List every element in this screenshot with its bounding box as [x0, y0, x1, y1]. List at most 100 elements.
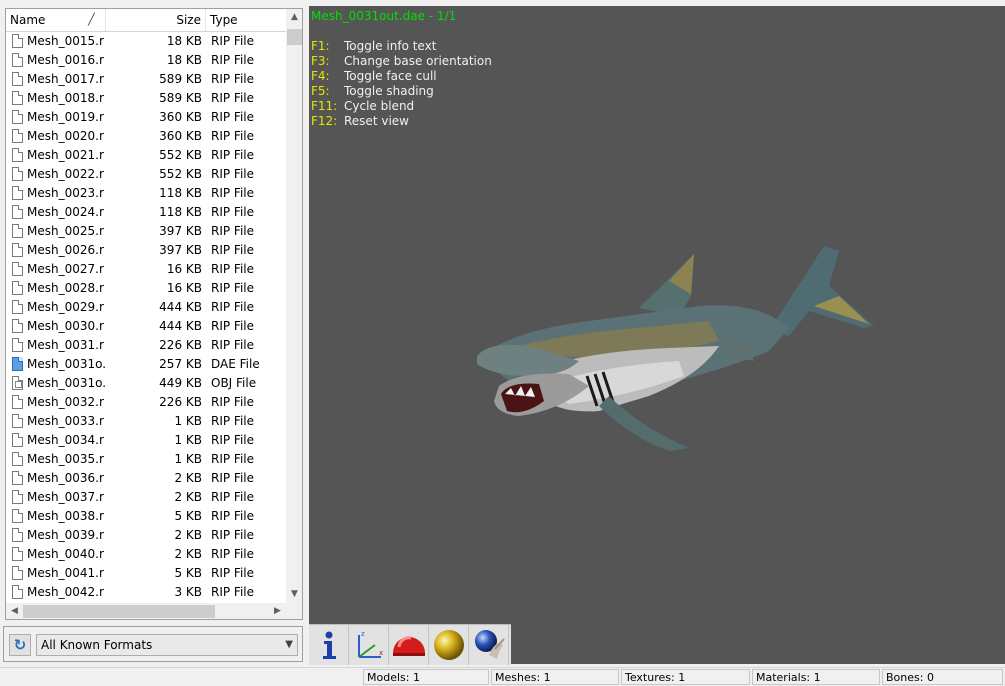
file-size: 360 KB [159, 129, 202, 143]
file-size: 18 KB [166, 53, 202, 67]
file-size: 444 KB [159, 300, 202, 314]
file-row[interactable]: Mesh_0025.rip 397 KB RIP File [6, 222, 286, 241]
hotkey-key: F11: [311, 99, 338, 113]
file-row-icon [12, 319, 23, 333]
file-row-icon [12, 547, 23, 561]
file-type: DAE File [211, 357, 260, 371]
file-row[interactable]: Mesh_0017.rip 589 KB RIP File [6, 70, 286, 89]
file-row-icon [12, 91, 23, 105]
file-name: Mesh_0040.rip [27, 547, 105, 561]
file-row[interactable]: Mesh_0031.rip 226 KB RIP File [6, 336, 286, 355]
file-row[interactable]: Mesh_0016.rip 18 KB RIP File [6, 51, 286, 70]
file-list-header: Name ╱ Size Type [6, 9, 286, 32]
file-name: Mesh_0017.rip [27, 72, 105, 86]
file-size: 1 KB [174, 414, 202, 428]
file-row[interactable]: Mesh_0023.rip 118 KB RIP File [6, 184, 286, 203]
face-cull-button[interactable] [389, 625, 429, 665]
file-size: 2 KB [174, 471, 202, 485]
file-name: Mesh_0025.rip [27, 224, 105, 238]
file-row[interactable]: Mesh_0040.rip 2 KB RIP File [6, 545, 286, 564]
file-size: 1 KB [174, 452, 202, 466]
file-row-icon [12, 186, 23, 200]
horizontal-scroll-thumb[interactable] [23, 605, 215, 618]
reset-view-button[interactable] [469, 625, 509, 665]
file-row-icon [12, 509, 23, 523]
refresh-button[interactable]: ↻ [9, 634, 31, 656]
scroll-right-icon[interactable]: ▶ [269, 603, 286, 619]
file-size: 118 KB [159, 205, 202, 219]
file-row[interactable]: Mesh_0032.rip 226 KB RIP File [6, 393, 286, 412]
file-row[interactable]: Mesh_0015.rip 18 KB RIP File [6, 32, 286, 51]
file-row-icon [12, 357, 23, 371]
scroll-down-icon[interactable]: ▼ [286, 586, 302, 603]
file-name: Mesh_0016.rip [27, 53, 105, 67]
file-row[interactable]: Mesh_0021.rip 552 KB RIP File [6, 146, 286, 165]
model-viewport[interactable]: Mesh_0031out.dae - 1/1 F1: Toggle info te… [309, 6, 1005, 664]
file-row[interactable]: Mesh_0037.rip 2 KB RIP File [6, 488, 286, 507]
column-header-name[interactable]: Name ╱ [6, 9, 106, 31]
hotkey-label: Toggle info text [344, 39, 437, 53]
vertical-scroll-thumb[interactable] [287, 29, 302, 45]
file-row[interactable]: Mesh_0029.rip 444 KB RIP File [6, 298, 286, 317]
file-row[interactable]: Mesh_0019.rip 360 KB RIP File [6, 108, 286, 127]
file-name: Mesh_0041.rip [27, 566, 105, 580]
horizontal-scrollbar[interactable]: ◀ ▶ [6, 603, 286, 619]
format-select[interactable]: All Known Formats ▼ [36, 634, 298, 656]
file-row[interactable]: Mesh_0036.rip 2 KB RIP File [6, 469, 286, 488]
file-size: 257 KB [159, 357, 202, 371]
file-row[interactable]: Mesh_0035.rip 1 KB RIP File [6, 450, 286, 469]
file-row-icon [12, 167, 23, 181]
file-row[interactable]: Mesh_0022.rip 552 KB RIP File [6, 165, 286, 184]
scroll-left-icon[interactable]: ◀ [6, 603, 23, 619]
file-row-icon [12, 566, 23, 580]
file-row-icon [12, 129, 23, 143]
file-name: Mesh_0033.rip [27, 414, 105, 428]
file-row[interactable]: Mesh_0024.rip 118 KB RIP File [6, 203, 286, 222]
shark-model [477, 246, 874, 451]
file-row[interactable]: Mesh_0027.rip 16 KB RIP File [6, 260, 286, 279]
axes-button[interactable]: z x [349, 625, 389, 665]
file-row[interactable]: Mesh_0042.rip 3 KB RIP File [6, 583, 286, 602]
file-row[interactable]: Mesh_0028.rip 16 KB RIP File [6, 279, 286, 298]
file-type: RIP File [211, 186, 255, 200]
file-size: 552 KB [159, 167, 202, 181]
hotkey-key: F12: [311, 114, 338, 128]
file-row[interactable]: Mesh_0026.rip 397 KB RIP File [6, 241, 286, 260]
info-button[interactable] [309, 625, 349, 665]
file-size: 5 KB [174, 566, 202, 580]
file-row[interactable]: Mesh_0030.rip 444 KB RIP File [6, 317, 286, 336]
viewport-title: Mesh_0031out.dae - 1/1 [311, 9, 457, 23]
file-type: RIP File [211, 452, 255, 466]
file-row[interactable]: Mesh_0039.rip 2 KB RIP File [6, 526, 286, 545]
file-row[interactable]: Mesh_0034.rip 1 KB RIP File [6, 431, 286, 450]
file-list[interactable]: Name ╱ Size Type Mesh_0015.rip 18 KB RIP F… [5, 8, 303, 620]
file-row[interactable]: Mesh_0031o... 449 KB OBJ File [6, 374, 286, 393]
file-row-icon [12, 72, 23, 86]
file-browser-panel: Name ╱ Size Type Mesh_0015.rip 18 KB RIP F… [0, 0, 306, 666]
file-type: RIP File [211, 471, 255, 485]
file-name: Mesh_0038.rip [27, 509, 105, 523]
file-row-icon [12, 471, 23, 485]
file-row[interactable]: Mesh_0031o... 257 KB DAE File [6, 355, 286, 374]
file-name: Mesh_0042.rip [27, 585, 105, 599]
status-materials: Materials: 1 [752, 669, 880, 685]
column-header-size[interactable]: Size [106, 9, 206, 31]
file-type: RIP File [211, 528, 255, 542]
file-size: 444 KB [159, 319, 202, 333]
file-row[interactable]: Mesh_0020.rip 360 KB RIP File [6, 127, 286, 146]
shading-button[interactable] [429, 625, 469, 665]
column-header-name-label: Name [10, 13, 46, 27]
file-row-icon [12, 452, 23, 466]
file-row[interactable]: Mesh_0038.rip 5 KB RIP File [6, 507, 286, 526]
vertical-scrollbar[interactable]: ▲ ▼ [286, 9, 302, 603]
file-type: RIP File [211, 34, 255, 48]
file-name: Mesh_0028.rip [27, 281, 105, 295]
file-row[interactable]: Mesh_0041.rip 5 KB RIP File [6, 564, 286, 583]
file-row-icon [12, 281, 23, 295]
file-type: RIP File [211, 509, 255, 523]
scroll-up-icon[interactable]: ▲ [286, 9, 302, 26]
file-type: RIP File [211, 490, 255, 504]
column-header-type[interactable]: Type [206, 9, 286, 31]
file-row[interactable]: Mesh_0033.rip 1 KB RIP File [6, 412, 286, 431]
file-row[interactable]: Mesh_0018.rip 589 KB RIP File [6, 89, 286, 108]
